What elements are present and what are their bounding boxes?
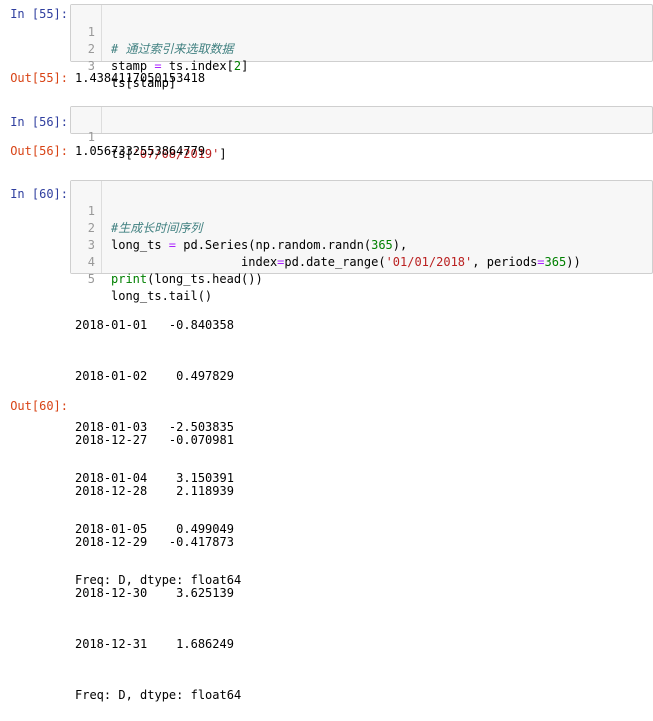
output-line: 2018-12-27 -0.070981: [75, 433, 234, 447]
code-line-5: 5 long_ts.tail(): [71, 254, 652, 303]
cell-60-out-prompt: Out[60]:: [10, 399, 68, 413]
code-number: 2: [233, 59, 242, 73]
cell-55-out-prompt: Out[55]:: [10, 71, 68, 85]
code-line-1: 1 ts['07/08/2019']: [71, 112, 652, 161]
cell-60-code-input[interactable]: 1 #生成长时间序列 2 long_ts = pd.Series(np.rand…: [70, 180, 653, 303]
cell-55-in-prompt: In [55]:: [10, 7, 68, 21]
code-line-2: 2 long_ts = pd.Series(np.random.randn(36…: [71, 203, 652, 252]
cell-56-code-input[interactable]: 1 ts['07/08/2019']: [70, 106, 653, 161]
output-line: 2018-12-30 3.625139: [75, 586, 234, 600]
stdout-line: 2018-01-01 -0.840358: [75, 318, 234, 332]
code-line-3: 3 index=pd.date_range('01/01/2018', peri…: [71, 220, 652, 269]
code-token: ]: [219, 147, 227, 161]
output-line: Freq: D, dtype: float64: [75, 688, 242, 702]
cell-56-output: 1.0567332553864779: [75, 144, 206, 158]
output-line: 2018-12-28 2.118939: [75, 484, 234, 498]
code-line-2: 2 stamp = ts.index[2]: [71, 24, 652, 73]
code-line-1: 1 #生成长时间序列: [71, 186, 652, 235]
code-line-4: 4 print(long_ts.head()): [71, 237, 652, 286]
cell-60-in-prompt: In [60]:: [10, 187, 68, 201]
cell-60-output: 2018-12-27 -0.070981 2018-12-28 2.118939…: [75, 398, 241, 721]
code-token: ]: [241, 59, 249, 73]
cell-55-output: 1.4384117050153418: [75, 71, 206, 85]
cell-56-in-prompt: In [56]:: [10, 115, 68, 129]
code-line-1: 1 # 通过索引来选取数据: [71, 7, 652, 56]
output-line: 2018-12-31 1.686249: [75, 637, 234, 651]
cell-56-out-prompt: Out[56]:: [10, 144, 68, 158]
code-line-3: 3 ts[stamp]: [71, 41, 652, 90]
cell-55-code-input[interactable]: 1 # 通过索引来选取数据 2 stamp = ts.index[2] 3 ts…: [70, 4, 653, 90]
output-line: 2018-12-29 -0.417873: [75, 535, 234, 549]
stdout-line: 2018-01-02 0.497829: [75, 369, 234, 383]
